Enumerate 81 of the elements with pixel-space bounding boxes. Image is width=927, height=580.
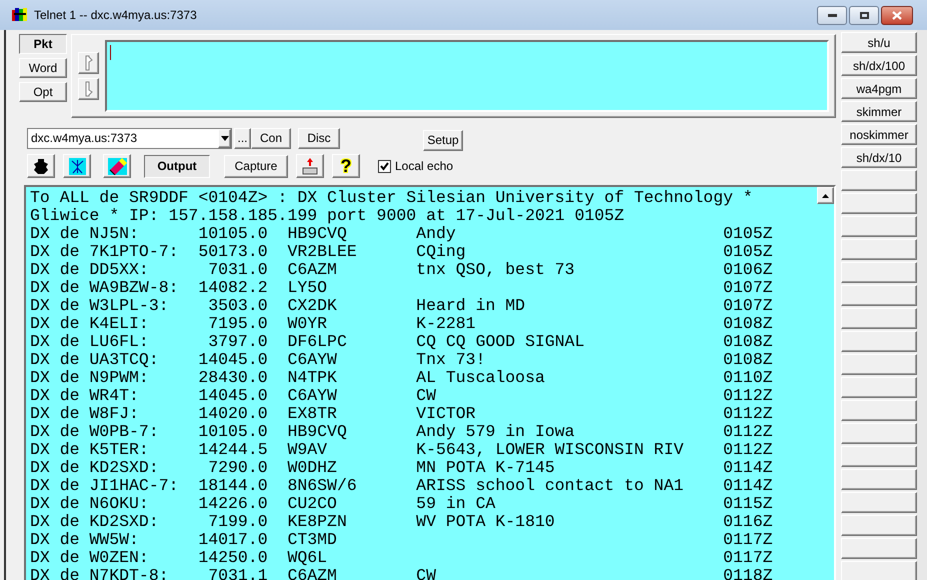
empty-macro-button[interactable]: [841, 285, 917, 306]
spot-line: DX de UA3TCQ: 14045.0 C6AYW Tnx 73! 0108Z: [30, 351, 773, 369]
connect-button[interactable]: Con: [251, 128, 291, 148]
eraser-button[interactable]: [103, 154, 131, 178]
spot-line: DX de N9PWM: 28430.0 N4TPK AL Tuscaloosa 0110Z: [30, 369, 773, 387]
capture-button[interactable]: Capture: [224, 154, 288, 178]
empty-macro-button[interactable]: [841, 538, 917, 559]
spot-line: DX de K5TER: 14244.5 W9AV K-5643, LOWER WISCONSIN RIV 0112Z: [30, 441, 773, 459]
spot-line: DX de N6OKU: 14226.0 CU2CO 59 in CA 0115Z: [30, 495, 773, 513]
macro-button[interactable]: noskimmer: [841, 124, 917, 145]
empty-macro-button[interactable]: [841, 216, 917, 237]
empty-macro-button[interactable]: [841, 515, 917, 536]
empty-macro-button[interactable]: [841, 193, 917, 214]
empty-macro-button[interactable]: [841, 469, 917, 490]
minimize-button[interactable]: [817, 6, 847, 24]
previous-button[interactable]: [78, 52, 99, 74]
spot-line: DX de N7KDT-8: 7031.1 C6AZM CW 0118Z: [30, 567, 773, 580]
blob-button[interactable]: [27, 154, 55, 178]
macro-button[interactable]: sh/u: [841, 32, 917, 53]
empty-macro-button[interactable]: [841, 377, 917, 398]
spot-line: DX de W0ZEN: 14250.0 WQ6L 0117Z: [30, 549, 773, 567]
empty-macro-button[interactable]: [841, 331, 917, 352]
empty-macro-button[interactable]: [841, 492, 917, 513]
spot-line: DX de 7K1PTO-7: 50173.0 VR2BLEE CQing 0105Z: [30, 243, 773, 261]
spot-line: DX de JI1HAC-7: 18144.0 8N6SW/6 ARISS school contact to NA1 0114Z: [30, 477, 773, 495]
up-arrow-icon: [822, 194, 829, 198]
browse-button[interactable]: ...: [234, 128, 251, 148]
macro-button[interactable]: wa4pgm: [841, 78, 917, 99]
app-icon: [12, 7, 28, 23]
disconnect-button[interactable]: Disc: [298, 128, 340, 148]
spot-line: DX de WW5W: 14017.0 CT3MD 0117Z: [30, 531, 773, 549]
setup-button[interactable]: Setup: [423, 130, 463, 150]
help-button[interactable]: ?: [332, 154, 360, 178]
antenna-button[interactable]: [63, 154, 91, 178]
spot-line: DX de KD2SXD: 7199.0 KE8PZN WV POTA K-1810 0116Z: [30, 513, 773, 531]
dropdown-icon: [220, 136, 228, 140]
eraser-icon: [108, 158, 126, 174]
mode-button[interactable]: Opt: [19, 82, 67, 102]
step-up-icon: [84, 55, 94, 71]
mode-button[interactable]: Pkt: [19, 34, 67, 54]
output-button[interactable]: Output: [144, 154, 210, 178]
command-input[interactable]: [105, 40, 829, 112]
empty-macro-button[interactable]: [841, 239, 917, 260]
empty-macro-button[interactable]: [841, 170, 917, 191]
upload-icon: [301, 157, 319, 175]
spot-line: DX de W0PB-7: 10105.0 HB9CVQ Andy 579 in Iowa 0112Z: [30, 423, 773, 441]
step-down-icon: [84, 81, 94, 97]
spot-line: DX de LU6FL: 3797.0 DF6LPC CQ CQ GOOD SIGNAL 0108Z: [30, 333, 773, 351]
spot-line: DX de W3LPL-3: 3503.0 CX2DK Heard in MD 0107Z: [30, 297, 773, 315]
macro-button[interactable]: sh/dx/10: [841, 147, 917, 168]
spot-line: DX de NJ5N: 10105.0 HB9CVQ Andy 0105Z: [30, 225, 773, 243]
window-title: Telnet 1 -- dxc.w4mya.us:7373: [34, 7, 197, 24]
blob-icon: [34, 158, 48, 174]
empty-macro-button[interactable]: [841, 423, 917, 444]
close-button[interactable]: [881, 6, 913, 24]
host-combobox[interactable]: dxc.w4mya.us:7373: [27, 128, 232, 148]
spot-line: DX de W8FJ: 14020.0 EX8TR VICTOR 0112Z: [30, 405, 773, 423]
empty-macro-button[interactable]: [841, 561, 917, 580]
macro-button[interactable]: skimmer: [841, 101, 917, 122]
scroll-up-button[interactable]: [817, 187, 834, 204]
spot-line: DX de WA9BZW-8: 14082.2 LY5O 0107Z: [30, 279, 773, 297]
local-echo-checkbox[interactable]: [378, 160, 391, 172]
local-echo-label: Local echo: [395, 158, 454, 175]
terminal-line: Gliwice * IP: 157.158.185.199 port 9000 at 17-Jul-2021 0105Z: [30, 207, 624, 225]
next-button[interactable]: [78, 78, 99, 100]
spot-line: DX de KD2SXD: 7290.0 W0DHZ MN POTA K-7145 0114Z: [30, 459, 773, 477]
empty-macro-button[interactable]: [841, 446, 917, 467]
spot-line: DX de K4ELI: 7195.0 W0YR K-2281 0108Z: [30, 315, 773, 333]
maximize-button[interactable]: [849, 6, 879, 24]
upload-button[interactable]: [296, 154, 324, 178]
empty-macro-button[interactable]: [841, 400, 917, 421]
empty-macro-button[interactable]: [841, 354, 917, 375]
empty-macro-button[interactable]: [841, 308, 917, 329]
spot-line: DX de DD5XX: 7031.0 C6AZM tnx QSO, best 73 0106Z: [30, 261, 773, 279]
empty-macro-button[interactable]: [841, 262, 917, 283]
antenna-icon: [68, 158, 86, 174]
close-icon: [892, 10, 902, 20]
terminal-line: To ALL de SR9DDF <0104Z> : DX Cluster Silesian University of Technology *: [30, 189, 753, 207]
macro-button[interactable]: sh/dx/100: [841, 55, 917, 76]
mode-button[interactable]: Word: [19, 58, 67, 78]
spot-line: DX de WR4T: 14045.0 C6AYW CW 0112Z: [30, 387, 773, 405]
